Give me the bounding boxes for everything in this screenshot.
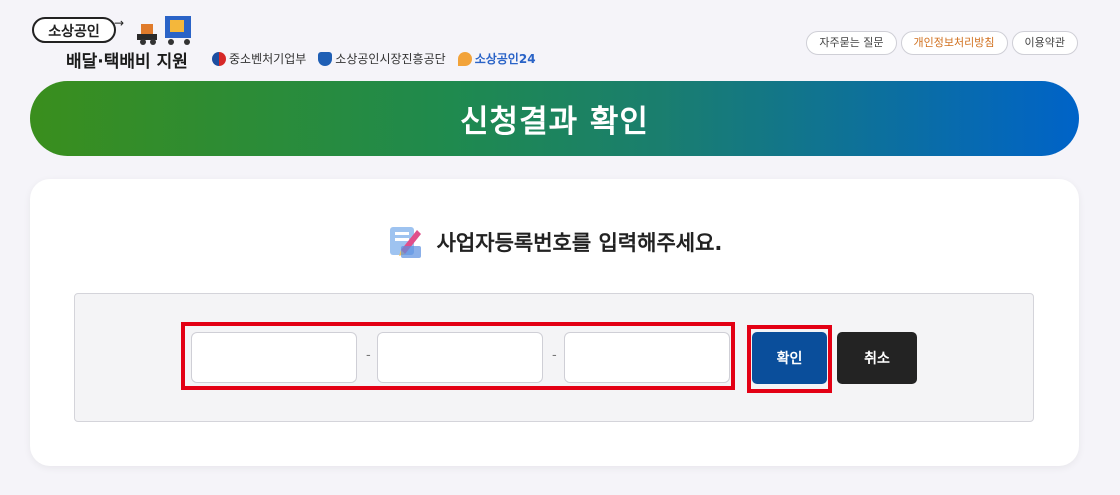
partner-ministry[interactable]: 중소벤처기업부 xyxy=(212,50,306,67)
logo-label-top: 소상공인 xyxy=(32,17,116,43)
partner-label: 중소벤처기업부 xyxy=(229,52,307,66)
partner-logos: 중소벤처기업부 소상공인시장진흥공단 소상공인24 xyxy=(212,50,536,67)
partner-label: 소상공인시장진흥공단 xyxy=(335,52,446,66)
page-title: 신청결과 확인 xyxy=(460,104,649,140)
logo-label-bottom: 배달·택배비 지원 xyxy=(66,52,188,72)
form-prompt: 사업자등록번호를 입력해주세요. xyxy=(30,224,1079,260)
business-number-form: - - 확인 취소 xyxy=(74,293,1034,422)
result-check-card: 사업자등록번호를 입력해주세요. - - 확인 취소 xyxy=(30,179,1079,466)
top-nav: 자주묻는 질문 개인정보처리방침 이용약관 xyxy=(806,31,1078,55)
confirm-button[interactable]: 확인 xyxy=(752,332,827,384)
sbiz24-logo-icon xyxy=(457,51,472,66)
nav-faq[interactable]: 자주묻는 질문 xyxy=(806,31,897,55)
partner-semas[interactable]: 소상공인시장진흥공단 xyxy=(318,50,446,67)
bizno-field-3[interactable] xyxy=(564,332,730,383)
ministry-emblem-icon xyxy=(212,51,226,66)
prompt-text: 사업자등록번호를 입력해주세요. xyxy=(436,231,723,255)
bizno-separator: - xyxy=(552,348,557,363)
nav-privacy-policy[interactable]: 개인정보처리방침 xyxy=(900,31,1008,55)
delivery-truck-icon xyxy=(137,16,191,45)
bizno-field-2[interactable] xyxy=(377,332,543,383)
bizno-separator: - xyxy=(366,348,371,363)
logo-arrow-icon: → xyxy=(114,16,125,30)
semas-emblem-icon xyxy=(318,51,333,66)
partner-label: 소상공인24 xyxy=(474,52,536,66)
partner-sbiz24[interactable]: 소상공인24 xyxy=(457,50,536,67)
page-banner: 신청결과 확인 xyxy=(30,81,1079,156)
cancel-button[interactable]: 취소 xyxy=(837,332,917,384)
nav-terms[interactable]: 이용약관 xyxy=(1011,31,1078,55)
edit-document-icon xyxy=(389,227,421,258)
bizno-field-1[interactable] xyxy=(191,332,357,383)
site-logo[interactable]: 소상공인 → 배달·택배비 지원 xyxy=(30,14,200,72)
